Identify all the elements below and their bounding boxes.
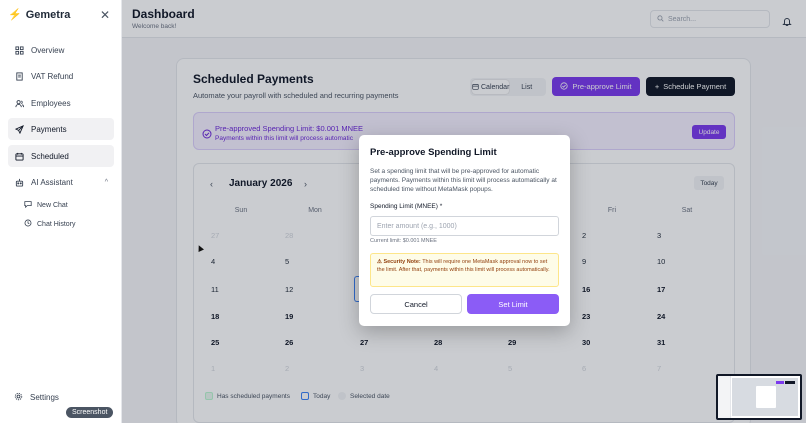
chat-icon	[24, 200, 32, 210]
thumbnail-button	[785, 381, 795, 384]
users-icon	[14, 98, 24, 108]
sidebar-item-label: Scheduled	[31, 151, 69, 161]
cancel-button[interactable]: Cancel	[370, 294, 462, 314]
preapprove-modal: Pre-approve Spending Limit Set a spendin…	[359, 135, 570, 326]
spending-limit-label: Spending Limit (MNEE) *	[370, 203, 443, 210]
security-note-title: ⚠ Security Note:	[377, 259, 421, 265]
sidebar-subitem-chat-history[interactable]: Chat History	[24, 216, 76, 232]
sidebar-item-label: Payments	[31, 124, 67, 134]
sidebar-item-ai-assistant[interactable]: AI Assistant ^	[8, 171, 114, 193]
security-note: ⚠ Security Note: This will require one M…	[370, 253, 559, 287]
sidebar-item-overview[interactable]: Overview	[8, 39, 114, 61]
sidebar-item-scheduled[interactable]: Scheduled	[8, 145, 114, 167]
modal-description: Set a spending limit that will be pre-ap…	[370, 168, 557, 193]
calendar-icon	[14, 151, 24, 161]
thumbnail-button	[776, 381, 784, 384]
sidebar-item-vat-refund[interactable]: VAT Refund	[8, 65, 114, 87]
bolt-icon: ⚡	[8, 9, 22, 21]
close-sidebar-icon[interactable]: ✕	[100, 8, 110, 22]
chevron-up-icon[interactable]: ^	[105, 179, 108, 186]
sidebar-item-employees[interactable]: Employees	[8, 92, 114, 114]
set-limit-button[interactable]: Set Limit	[467, 294, 559, 314]
tooltip: Screenshot	[66, 407, 114, 418]
thumbnail-sidebar	[718, 376, 731, 418]
sidebar-item-settings[interactable]: Settings	[8, 389, 59, 405]
sidebar-item-label: VAT Refund	[31, 71, 74, 81]
thumbnail-modal	[756, 386, 776, 408]
sidebar-subitem-new-chat[interactable]: New Chat	[24, 197, 68, 213]
current-limit-text: Current limit: $0.001 MNEE	[370, 238, 437, 244]
grid-icon	[14, 45, 24, 55]
sidebar-item-payments[interactable]: Payments	[8, 118, 114, 140]
sidebar-item-label: Settings	[30, 392, 59, 402]
screenshot-thumbnail[interactable]	[716, 374, 802, 420]
sidebar-item-label: Overview	[31, 45, 65, 55]
send-icon	[14, 124, 24, 134]
receipt-icon	[14, 71, 24, 81]
bot-icon	[14, 177, 24, 187]
sidebar-subitem-label: New Chat	[37, 201, 68, 209]
sidebar-item-label: Employees	[31, 98, 71, 108]
brand[interactable]: ⚡ Gemetra	[8, 8, 71, 22]
spending-limit-input[interactable]: Enter amount (e.g., 1000)	[370, 216, 559, 236]
modal-title: Pre-approve Spending Limit	[370, 147, 497, 158]
sidebar: ⚡ Gemetra ✕ Overview VAT Refund Employee…	[0, 0, 122, 423]
sidebar-subitem-label: Chat History	[37, 220, 76, 228]
gear-icon	[14, 392, 23, 403]
history-icon	[24, 219, 32, 229]
sidebar-item-label: AI Assistant	[31, 177, 73, 187]
brand-name: Gemetra	[25, 8, 71, 21]
